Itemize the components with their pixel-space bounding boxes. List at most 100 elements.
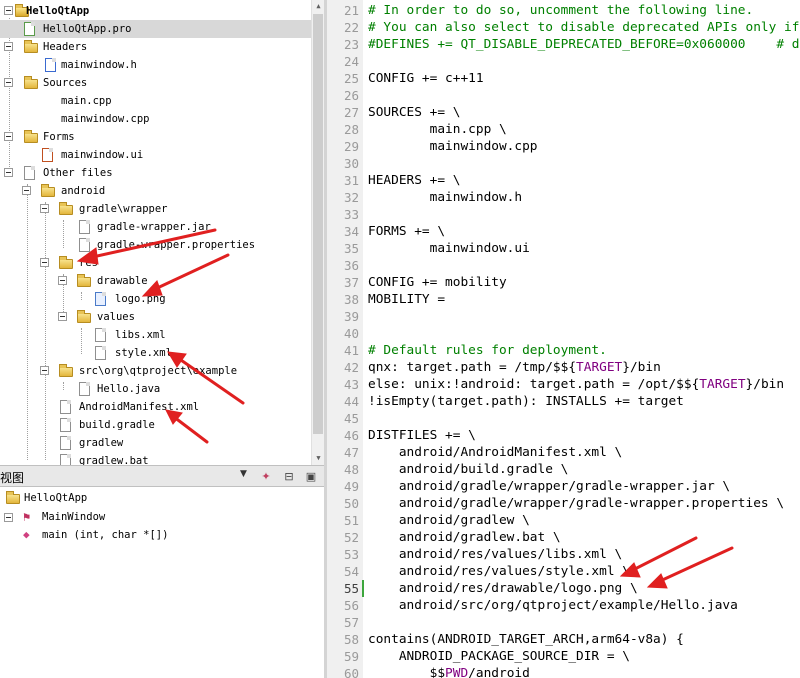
split-icon[interactable]: ⊟: [281, 469, 297, 484]
code-line[interactable]: $$PWD/android: [368, 665, 530, 678]
class-view-tree[interactable]: HelloQtApp ⚑ MainWindow ◆ main (int, cha…: [0, 487, 324, 678]
code-line[interactable]: mainwindow.h: [368, 189, 522, 206]
code-line[interactable]: # In order to do so, uncomment the follo…: [368, 2, 753, 19]
file-icon: [79, 382, 90, 396]
line-number: 53: [343, 547, 359, 562]
code-line[interactable]: ANDROID_PACKAGE_SOURCE_DIR = \: [368, 648, 630, 665]
close-pane-icon[interactable]: ▣: [303, 469, 319, 484]
line-number: 40: [343, 326, 359, 341]
project-tree[interactable]: HelloQtApp HelloQtApp.pro Headers mainwi…: [0, 0, 311, 465]
dropdown-arrow-icon[interactable]: ▼: [240, 469, 247, 479]
line-number: 30: [343, 156, 359, 171]
tree-item-project[interactable]: HelloQtApp: [0, 2, 311, 20]
file-icon: [60, 454, 71, 465]
class-item-project[interactable]: HelloQtApp: [0, 489, 324, 507]
tree-item-label: HelloQtApp: [26, 5, 90, 17]
line-number: 22: [343, 20, 359, 35]
tree-item-gradle-wrapper-jar[interactable]: gradle-wrapper.jar: [0, 218, 311, 236]
code-line[interactable]: mainwindow.cpp: [368, 138, 538, 155]
expand-icon[interactable]: [4, 513, 13, 522]
line-number: 49: [343, 479, 359, 494]
code-line[interactable]: android/src/org/qtproject/example/Hello.…: [368, 597, 738, 614]
tree-item-gradle-wrapper-properties[interactable]: gradle-wrapper.properties: [0, 236, 311, 254]
code-line[interactable]: contains(ANDROID_TARGET_ARCH,arm64-v8a) …: [368, 631, 684, 648]
code-line[interactable]: !isEmpty(target.path): INSTALLS += targe…: [368, 393, 684, 410]
code-line[interactable]: # You can also select to disable depreca…: [368, 19, 799, 36]
code-line[interactable]: android/build.gradle \: [368, 461, 569, 478]
tree-item-sources[interactable]: Sources: [0, 74, 311, 92]
tree-item-src[interactable]: src\org\qtproject\example: [0, 362, 311, 380]
line-number: 55: [343, 581, 359, 596]
tree-item-gradlew-bat[interactable]: gradlew.bat: [0, 452, 311, 465]
code-text: /android: [468, 666, 530, 678]
collapse-icon[interactable]: [4, 132, 13, 141]
code-line[interactable]: CONFIG += mobility: [368, 274, 507, 291]
tree-item-android[interactable]: android: [0, 182, 311, 200]
tree-item-gradle-wrapper[interactable]: gradle\wrapper: [0, 200, 311, 218]
tree-item-res[interactable]: res: [0, 254, 311, 272]
line-number: 50: [343, 496, 359, 511]
code-line[interactable]: FORMS += \: [368, 223, 445, 240]
tree-item-mainwindow-h[interactable]: mainwindow.h: [0, 56, 311, 74]
tree-item-build-gradle[interactable]: build.gradle: [0, 416, 311, 434]
tree-item-libs-xml[interactable]: libs.xml: [0, 326, 311, 344]
collapse-icon[interactable]: [4, 42, 13, 51]
code-line[interactable]: qnx: target.path = /tmp/$${TARGET}/bin: [368, 359, 661, 376]
tree-item-androidmanifest[interactable]: AndroidManifest.xml: [0, 398, 311, 416]
code-line[interactable]: MOBILITY =: [368, 291, 445, 308]
collapse-icon[interactable]: [4, 78, 13, 87]
code-line[interactable]: android/gradlew \: [368, 512, 530, 529]
code-line[interactable]: android/res/values/libs.xml \: [368, 546, 622, 563]
image-file-icon: [95, 292, 106, 306]
collapse-icon[interactable]: [4, 168, 13, 177]
code-editor[interactable]: 21 22 23 24 25 26 27 28 29 30 31 32 33 34 35 36 37 38 39 40…: [327, 0, 800, 678]
code-line[interactable]: android/gradlew.bat \: [368, 529, 561, 546]
sync-icon[interactable]: ✦: [258, 469, 274, 484]
tree-item-forms[interactable]: Forms: [0, 128, 311, 146]
tree-item-pro-file[interactable]: HelloQtApp.pro: [0, 20, 311, 38]
code-line[interactable]: SOURCES += \: [368, 104, 460, 121]
tree-item-mainwindow-cpp[interactable]: mainwindow.cpp: [0, 110, 311, 128]
code-line[interactable]: DISTFILES += \: [368, 427, 476, 444]
tree-item-values[interactable]: values: [0, 308, 311, 326]
file-icon: [79, 238, 90, 252]
tree-item-drawable[interactable]: drawable: [0, 272, 311, 290]
collapse-icon[interactable]: [40, 204, 49, 213]
scrollbar-thumb[interactable]: [313, 14, 323, 434]
tree-item-mainwindow-ui[interactable]: mainwindow.ui: [0, 146, 311, 164]
function-icon: ◆: [23, 528, 30, 541]
collapse-icon[interactable]: [40, 366, 49, 375]
code-line[interactable]: #DEFINES += QT_DISABLE_DEPRECATED_BEFORE…: [368, 36, 800, 53]
code-line[interactable]: android/res/values/style.xml \: [368, 563, 630, 580]
code-text: else: unix:!android: target.path = /opt/…: [368, 377, 700, 392]
tree-scrollbar[interactable]: ▲ ▼: [311, 0, 324, 465]
tree-item-other-files[interactable]: Other files: [0, 164, 311, 182]
line-number: 34: [343, 224, 359, 239]
tree-item-headers[interactable]: Headers: [0, 38, 311, 56]
tree-item-style-xml[interactable]: style.xml: [0, 344, 311, 362]
class-item-mainwindow[interactable]: ⚑ MainWindow: [0, 508, 324, 526]
code-line[interactable]: HEADERS += \: [368, 172, 460, 189]
collapse-icon[interactable]: [40, 258, 49, 267]
collapse-icon[interactable]: [58, 312, 67, 321]
tree-item-label: drawable: [97, 275, 148, 287]
collapse-icon[interactable]: [22, 186, 31, 195]
code-line[interactable]: android/gradle/wrapper/gradle-wrapper.ja…: [368, 478, 730, 495]
code-line[interactable]: android/res/drawable/logo.png \: [368, 580, 638, 597]
tree-item-main-cpp[interactable]: main.cpp: [0, 92, 311, 110]
code-line[interactable]: CONFIG += c++11: [368, 70, 484, 87]
code-line[interactable]: else: unix:!android: target.path = /opt/…: [368, 376, 784, 393]
tree-item-gradlew[interactable]: gradlew: [0, 434, 311, 452]
tree-item-hello-java[interactable]: Hello.java: [0, 380, 311, 398]
tree-item-logo-png[interactable]: logo.png: [0, 290, 311, 308]
code-line[interactable]: # Default rules for deployment.: [368, 342, 607, 359]
line-number: 58: [343, 632, 359, 647]
collapse-icon[interactable]: [58, 276, 67, 285]
code-line[interactable]: mainwindow.ui: [368, 240, 530, 257]
code-line[interactable]: android/gradle/wrapper/gradle-wrapper.pr…: [368, 495, 784, 512]
code-line[interactable]: main.cpp \: [368, 121, 507, 138]
code-line[interactable]: android/AndroidManifest.xml \: [368, 444, 622, 461]
collapse-icon[interactable]: [4, 6, 13, 15]
class-item-main-function[interactable]: ◆ main (int, char *[]): [0, 526, 324, 544]
tree-item-label: gradle\wrapper: [79, 203, 168, 215]
